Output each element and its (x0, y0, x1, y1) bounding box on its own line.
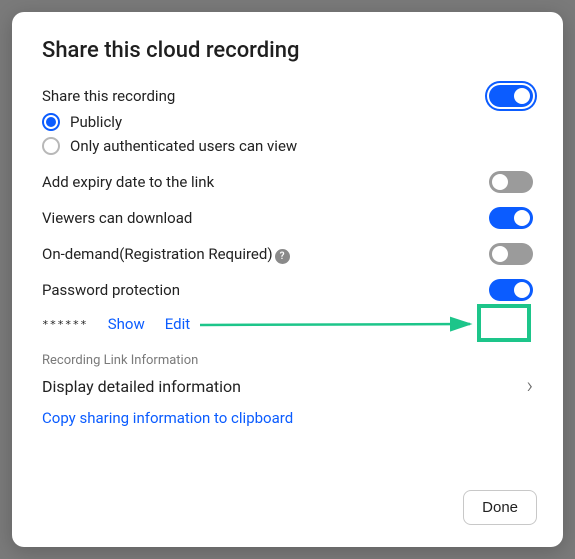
done-button[interactable]: Done (463, 490, 537, 525)
download-toggle[interactable] (489, 207, 533, 229)
on-demand-row: On-demand(Registration Required)? (42, 243, 533, 265)
password-show-link[interactable]: Show (108, 315, 145, 333)
expiry-label: Add expiry date to the link (42, 173, 214, 191)
radio-publicly-label: Publicly (70, 113, 122, 131)
radio-publicly[interactable]: Publicly (42, 113, 533, 131)
download-label: Viewers can download (42, 209, 192, 227)
expiry-row: Add expiry date to the link (42, 171, 533, 193)
link-info-section-label: Recording Link Information (42, 353, 533, 368)
display-detailed-info-label: Display detailed information (42, 377, 241, 396)
modal-title: Share this cloud recording (42, 38, 533, 63)
on-demand-label-wrap: On-demand(Registration Required)? (42, 245, 290, 264)
share-recording-row: Share this recording (42, 85, 533, 107)
password-toggle[interactable] (489, 279, 533, 301)
share-recording-modal: Share this cloud recording Share this re… (12, 12, 563, 547)
copy-sharing-info-link[interactable]: Copy sharing information to clipboard (42, 409, 533, 427)
password-actions: ****** Show Edit (42, 315, 533, 333)
password-edit-link[interactable]: Edit (165, 315, 190, 333)
password-masked: ****** (42, 318, 88, 331)
download-row: Viewers can download (42, 207, 533, 229)
on-demand-label: On-demand(Registration Required) (42, 245, 273, 263)
password-label: Password protection (42, 281, 180, 299)
on-demand-toggle[interactable] (489, 243, 533, 265)
display-detailed-info[interactable]: Display detailed information › (42, 374, 533, 399)
share-visibility-group: Publicly Only authenticated users can vi… (42, 113, 533, 155)
share-recording-toggle[interactable] (489, 85, 533, 107)
help-icon[interactable]: ? (275, 249, 290, 264)
radio-authenticated-label: Only authenticated users can view (70, 137, 297, 155)
password-row: Password protection (42, 279, 533, 301)
radio-authenticated[interactable]: Only authenticated users can view (42, 137, 533, 155)
radio-authenticated-input[interactable] (42, 137, 60, 155)
modal-footer: Done (463, 490, 537, 525)
radio-publicly-input[interactable] (42, 113, 60, 131)
share-recording-label: Share this recording (42, 87, 175, 105)
chevron-right-icon: › (526, 374, 533, 399)
expiry-toggle[interactable] (489, 171, 533, 193)
